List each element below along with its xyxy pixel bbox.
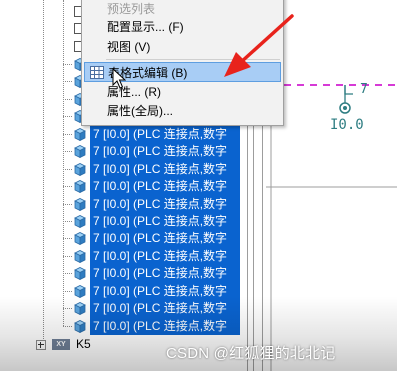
- watermark-text: CSDN @红狐狸的北北记: [166, 345, 336, 362]
- annotation-arrow-icon: [224, 14, 294, 77]
